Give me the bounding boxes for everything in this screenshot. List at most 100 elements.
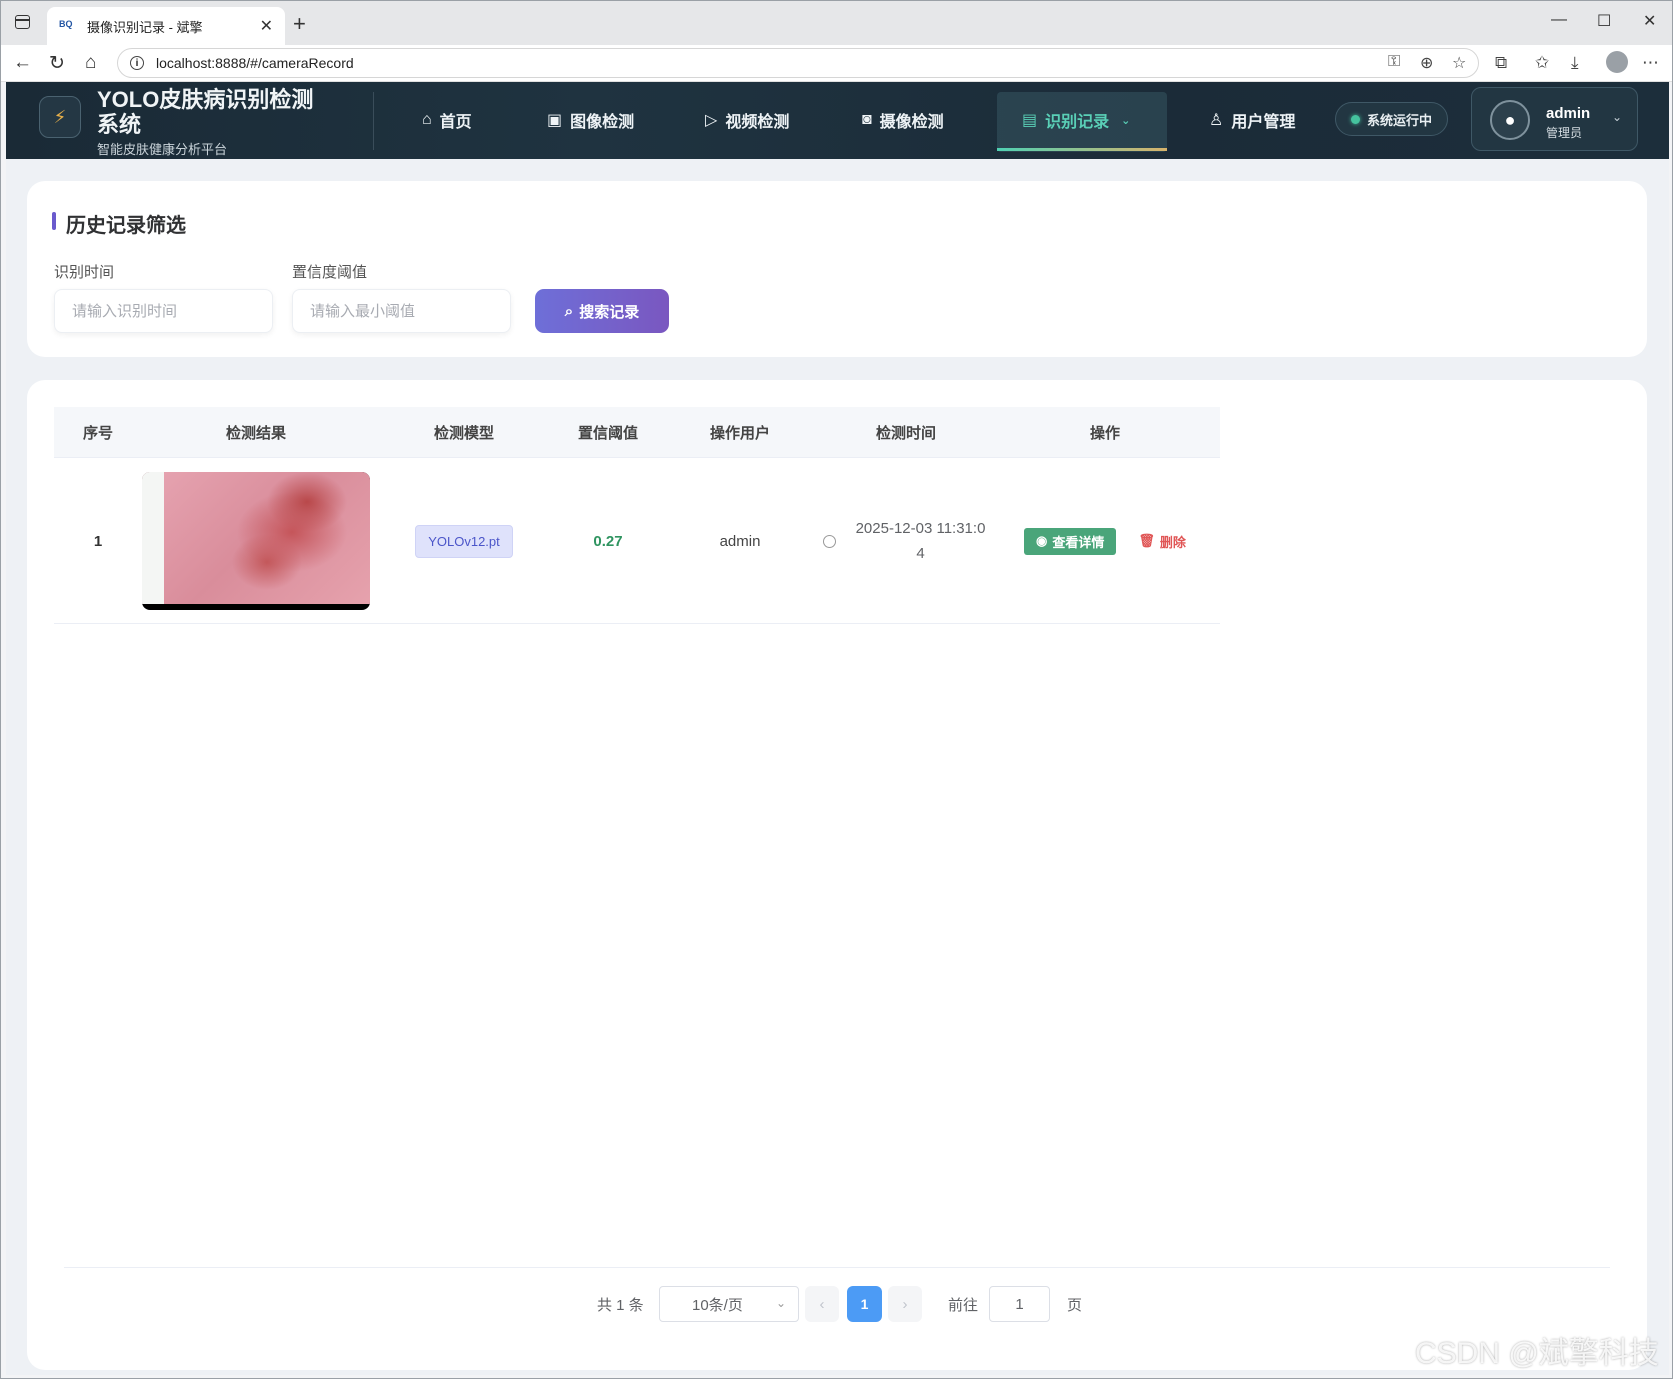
prev-page-button[interactable]: ‹ [805,1286,839,1322]
time-cell: 2025-12-03 11:31:04 [822,458,990,624]
tab-title: 摄像识别记录 - 斌擎 [87,19,203,35]
pagination-divider [64,1267,1610,1268]
minimize-icon[interactable]: — [1551,11,1567,29]
app-header: ⚡ YOLO皮肤病识别检测系统 智能皮肤健康分析平台 ⌂ 首页 ▣ 图像检测 ▷… [6,82,1669,159]
browser-titlebar: BQ 摄像识别记录 - 斌擎 ✕ + — ☐ ✕ [1,1,1672,45]
brand-title: YOLO皮肤病识别检测系统 [97,87,314,137]
table-header: 序号 检测结果 检测模型 置信阈值 操作用户 检测时间 操作 [54,407,1220,458]
column-header: 检测时间 [875,425,936,442]
close-window-icon[interactable]: ✕ [1643,11,1656,31]
nav-records[interactable]: ▤ 识别记录 ⌄ [1022,100,1130,140]
nav-video-detect[interactable]: ▷ 视频检测 [705,100,789,140]
search-button-label: 搜索记录 [579,303,640,321]
chevron-down-icon: ⌄ [775,1296,786,1310]
search-button[interactable]: ⌕ 搜索记录 [535,289,669,333]
user-name: admin [1546,105,1591,122]
page-size-value: 10条/页 [692,1296,743,1314]
tab-actions-icon[interactable] [15,15,30,29]
model-cell: YOLOv12.pt [370,458,558,624]
more-icon[interactable]: ⋯ [1642,53,1659,73]
brand-subtitle: 智能皮肤健康分析平台 [97,142,228,157]
column-header: 序号 [82,425,113,442]
search-icon: ⌕ [564,302,574,320]
maximize-icon[interactable]: ☐ [1597,11,1611,31]
clock-icon [822,534,836,548]
key-icon[interactable]: ⚿ [1388,53,1400,71]
chevron-down-icon: ⌄ [1121,114,1131,127]
delete-label: 删除 [1159,534,1186,550]
image-icon: ▣ [547,112,563,129]
zoom-icon[interactable]: ⊕ [1420,53,1433,73]
detect-time: 2025-12-03 11:31:04 [855,520,986,562]
profile-avatar[interactable] [1606,51,1628,73]
status-text: 系统运行中 [1366,112,1432,128]
confidence-input[interactable] [292,289,511,333]
new-tab-icon[interactable]: + [293,11,306,37]
browser-toolbar: ← ↻ ⌂ i localhost:8888/#/cameraRecord ⚿ … [1,45,1672,82]
nav-image-detect[interactable]: ▣ 图像检测 [547,100,634,140]
favorite-star-icon[interactable]: ☆ [1452,53,1466,73]
nav-home[interactable]: ⌂ 首页 [422,100,472,140]
site-info-icon[interactable]: i [130,56,144,70]
nav-camera-detect[interactable]: ◙ 摄像检测 [862,100,944,140]
user-icon: ♙ [1209,112,1224,129]
address-bar[interactable]: i localhost:8888/#/cameraRecord [117,48,1479,78]
nav-label: 视频检测 [725,114,790,131]
extensions-icon[interactable]: ⧉ [1495,53,1507,73]
favicon-icon: BQ [59,19,73,29]
column-header: 操作 [1089,425,1120,442]
detection-result-image[interactable] [142,472,370,610]
records-table: 序号 检测结果 检测模型 置信阈值 操作用户 检测时间 操作 1 YOLOv12… [54,407,1220,624]
page-unit-label: 页 [1067,1296,1083,1314]
user-role: 管理员 [1546,126,1583,140]
favorites-icon[interactable]: ✩ [1535,53,1549,73]
user-cell: admin [719,532,761,550]
close-tab-icon[interactable]: ✕ [260,16,273,36]
camera-icon: ◙ [862,111,872,128]
browser-window: BQ 摄像识别记录 - 斌擎 ✕ + — ☐ ✕ ← ↻ ⌂ i localho… [0,0,1673,1379]
trash-icon: 🗑 [1138,533,1155,548]
nav-label: 图像检测 [570,114,635,131]
user-menu[interactable]: ● admin 管理员 ⌄ [1471,87,1638,151]
home-browser-icon[interactable]: ⌂ [85,52,96,74]
browser-tab[interactable]: BQ 摄像识别记录 - 斌擎 ✕ [47,7,285,45]
confidence-cell: 0.27 [558,458,658,624]
home-icon: ⌂ [422,111,432,128]
brand: YOLO皮肤病识别检测系统 智能皮肤健康分析平台 [97,87,327,158]
result-cell [142,458,370,624]
pagination-total: 共 1 条 [597,1296,644,1314]
download-icon[interactable]: ⤓ [1571,53,1579,73]
url-text: localhost:8888/#/cameraRecord [156,55,354,71]
app-viewport: ⚡ YOLO皮肤病识别检测系统 智能皮肤健康分析平台 ⌂ 首页 ▣ 图像检测 ▷… [6,82,1669,1375]
view-detail-button[interactable]: ◉ 查看详情 [1024,527,1117,555]
records-card: 序号 检测结果 检测模型 置信阈值 操作用户 检测时间 操作 1 YOLOv12… [27,380,1647,1370]
reload-icon[interactable]: ↻ [49,52,65,75]
nav-active-underline [997,148,1167,151]
watermark: CSDN @斌擎科技 [1415,1337,1659,1370]
time-input[interactable] [54,289,273,333]
chevron-down-icon: ⌄ [1612,110,1623,124]
next-page-button[interactable]: › [888,1286,922,1322]
logo-icon: ⚡ [39,96,81,138]
current-page-button[interactable]: 1 [847,1286,882,1322]
column-header: 置信阈值 [577,425,638,442]
status-dot-icon [1350,114,1360,124]
back-icon[interactable]: ← [13,52,32,74]
model-tag: YOLOv12.pt [415,524,513,558]
nav-label: 摄像检测 [879,114,944,131]
nav-user-manage[interactable]: ♙ 用户管理 [1209,100,1295,140]
nav-label: 用户管理 [1231,114,1296,131]
play-icon: ▷ [705,112,718,129]
column-header: 检测结果 [225,425,286,442]
page-size-select[interactable]: 10条/页 ⌄ [659,1286,799,1322]
goto-page-input[interactable] [989,1286,1050,1322]
filter-card: 历史记录筛选 识别时间 置信度阈值 ⌕ 搜索记录 [27,181,1647,357]
image-edge [142,472,164,604]
view-detail-label: 查看详情 [1052,534,1105,550]
document-icon: ▤ [1022,112,1038,129]
system-status-badge: 系统运行中 [1335,102,1448,136]
nav-label: 识别记录 [1045,114,1110,131]
delete-button[interactable]: 🗑 删除 [1138,532,1186,551]
confidence-value: 0.27 [593,532,623,550]
table-row: 1 YOLOv12.pt 0.27 admin 2025-12-03 11:31… [54,458,1220,624]
